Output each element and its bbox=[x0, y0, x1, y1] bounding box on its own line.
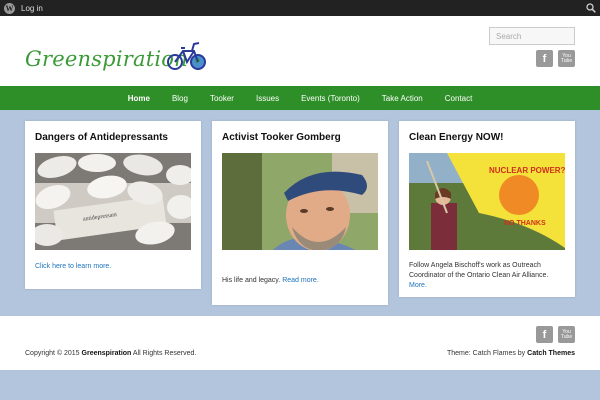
more-link[interactable]: More. bbox=[409, 282, 427, 289]
read-more-link[interactable]: Read more. bbox=[282, 277, 319, 284]
nav-item-take-action[interactable]: Take Action bbox=[371, 94, 434, 103]
theme-credit: Theme: Catch Flames by Catch Themes bbox=[447, 350, 575, 357]
facebook-icon[interactable]: f bbox=[536, 50, 553, 67]
card-tooker-gomberg: Activist Tooker Gomberg His life and leg… bbox=[212, 121, 388, 305]
svg-text:NO THANKS: NO THANKS bbox=[504, 220, 546, 227]
site-header: Greenspiration f You Tube bbox=[0, 16, 600, 86]
main-nav: Home Blog Tooker Issues Events (Toronto)… bbox=[0, 86, 600, 110]
card-title[interactable]: Activist Tooker Gomberg bbox=[222, 132, 341, 143]
youtube-label-bottom: Tube bbox=[560, 333, 573, 340]
site-title[interactable]: Greenspiration bbox=[25, 47, 188, 71]
admin-bar: W Log in bbox=[0, 0, 600, 16]
card-text: Follow Angela Bischoff's work as Outreac… bbox=[409, 261, 565, 291]
search-input[interactable] bbox=[489, 27, 575, 45]
copyright-site-link[interactable]: Greenspiration bbox=[82, 350, 132, 357]
card-clean-energy: Clean Energy NOW! NUCLEAR POWER? NO THAN… bbox=[399, 121, 575, 297]
copyright-text: Copyright © 2015 Greenspiration All Righ… bbox=[25, 350, 196, 357]
theme-prefix: Theme: Catch Flames by bbox=[446, 350, 526, 357]
facebook-icon[interactable]: f bbox=[536, 326, 553, 343]
search-icon[interactable] bbox=[586, 3, 596, 13]
copyright-suffix: All Rights Reserved. bbox=[132, 350, 197, 357]
nav-item-contact[interactable]: Contact bbox=[434, 94, 484, 103]
nav-item-home[interactable]: Home bbox=[117, 94, 161, 103]
card-title[interactable]: Clean Energy NOW! bbox=[409, 132, 503, 143]
site-footer: f You Tube Copyright © 2015 Greenspirati… bbox=[0, 316, 600, 370]
bicycle-globe-logo-icon[interactable] bbox=[166, 40, 208, 72]
wordpress-logo-icon[interactable]: W bbox=[4, 2, 15, 14]
card-link[interactable]: Click here to learn more. bbox=[35, 262, 191, 272]
youtube-label-bottom: Tube bbox=[560, 57, 573, 64]
card-description: His life and legacy. bbox=[222, 277, 281, 284]
youtube-icon[interactable]: You Tube bbox=[558, 326, 575, 343]
nuclear-power-flag-image[interactable]: NUCLEAR POWER? NO THANKS bbox=[409, 153, 565, 250]
tooker-portrait-image[interactable] bbox=[222, 153, 378, 250]
card-title[interactable]: Dangers of Antidepressants bbox=[35, 132, 168, 143]
nav-item-issues[interactable]: Issues bbox=[245, 94, 290, 103]
copyright-prefix: Copyright © 2015 bbox=[25, 350, 80, 357]
nav-item-events[interactable]: Events (Toronto) bbox=[290, 94, 371, 103]
theme-author-link[interactable]: Catch Themes bbox=[527, 350, 575, 357]
card-description: Follow Angela Bischoff's work as Outreac… bbox=[409, 262, 549, 279]
nav-item-tooker[interactable]: Tooker bbox=[199, 94, 245, 103]
card-antidepressants: Dangers of Antidepressants antidepressan… bbox=[25, 121, 201, 289]
nav-item-blog[interactable]: Blog bbox=[161, 94, 199, 103]
youtube-icon[interactable]: You Tube bbox=[558, 50, 575, 67]
pills-image[interactable]: antidepressant bbox=[35, 153, 191, 250]
card-text: His life and legacy. Read more. bbox=[222, 276, 378, 286]
svg-text:NUCLEAR POWER?: NUCLEAR POWER? bbox=[489, 166, 565, 175]
login-link[interactable]: Log in bbox=[21, 4, 43, 13]
